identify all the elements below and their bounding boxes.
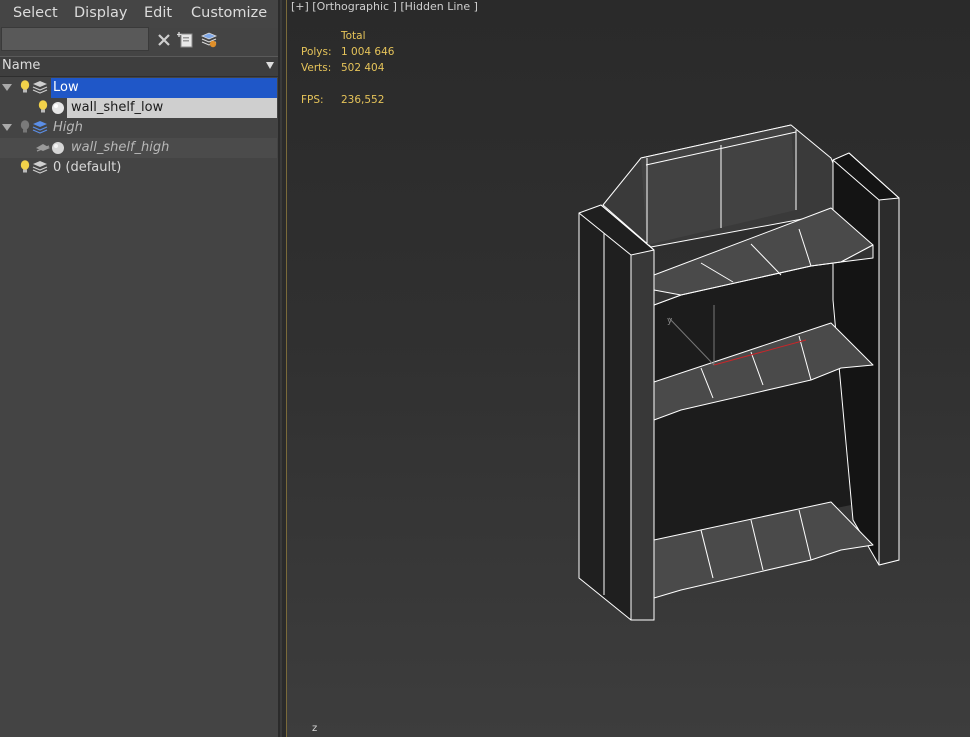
gizmo-axis-letter: y xyxy=(667,316,673,326)
layer-settings-icon[interactable] xyxy=(200,31,218,49)
sort-dropdown-icon[interactable] xyxy=(266,62,274,69)
menu-bar: Select Display Edit Customize xyxy=(0,0,278,28)
layer-stack-icon xyxy=(32,161,48,174)
splitter-edge xyxy=(280,0,282,737)
layer-label: Low xyxy=(53,80,79,95)
orthographic-viewport[interactable]: [+] [Orthographic ] [Hidden Line ] Total… xyxy=(286,0,970,737)
tree-row-layer-default[interactable]: 0 (default) xyxy=(0,158,278,178)
wall-shelf-model[interactable]: y xyxy=(287,0,970,737)
close-icon[interactable] xyxy=(155,31,173,49)
selection-highlight xyxy=(51,78,277,98)
object-label: wall_shelf_low xyxy=(71,100,164,115)
tree-row-layer-high[interactable]: High xyxy=(0,118,278,138)
menu-edit[interactable]: Edit xyxy=(144,5,172,21)
object-label: wall_shelf_high xyxy=(71,140,170,155)
tree-row-object-wall-shelf-high[interactable]: wall_shelf_high xyxy=(0,138,278,158)
search-input[interactable] xyxy=(1,27,149,51)
collapse-arrow-icon[interactable] xyxy=(2,124,12,131)
axis-indicator-z: z xyxy=(312,723,318,734)
geometry-sphere-icon xyxy=(52,142,64,154)
panel-splitter[interactable] xyxy=(278,0,286,737)
lightbulb-icon[interactable] xyxy=(17,79,33,96)
shelf-left-front xyxy=(630,249,655,621)
lightbulb-off-icon[interactable] xyxy=(17,119,33,136)
layer-stack-icon xyxy=(32,81,48,94)
shelf-right-front xyxy=(878,197,900,566)
collapse-arrow-icon[interactable] xyxy=(2,84,12,91)
layer-label: 0 (default) xyxy=(53,160,122,175)
tree-row-layer-low[interactable]: Low xyxy=(0,78,278,98)
hidden-eye-icon[interactable] xyxy=(35,139,51,156)
shelf-back-face xyxy=(641,125,796,245)
layer-stack-active-icon xyxy=(32,121,48,134)
scene-explorer-panel: Select Display Edit Customize Name Low w… xyxy=(0,0,278,737)
menu-display[interactable]: Display xyxy=(74,5,127,21)
layer-label: High xyxy=(53,120,83,135)
menu-select[interactable]: Select xyxy=(13,5,58,21)
column-name-label: Name xyxy=(2,58,41,73)
lightbulb-icon[interactable] xyxy=(17,159,33,176)
column-header[interactable]: Name xyxy=(0,56,278,77)
create-layer-icon[interactable] xyxy=(177,31,195,49)
menu-customize[interactable]: Customize xyxy=(191,5,267,21)
lightbulb-icon[interactable] xyxy=(35,99,51,116)
tree-row-object-wall-shelf-low[interactable]: wall_shelf_low xyxy=(0,98,278,118)
geometry-sphere-icon xyxy=(52,102,64,114)
